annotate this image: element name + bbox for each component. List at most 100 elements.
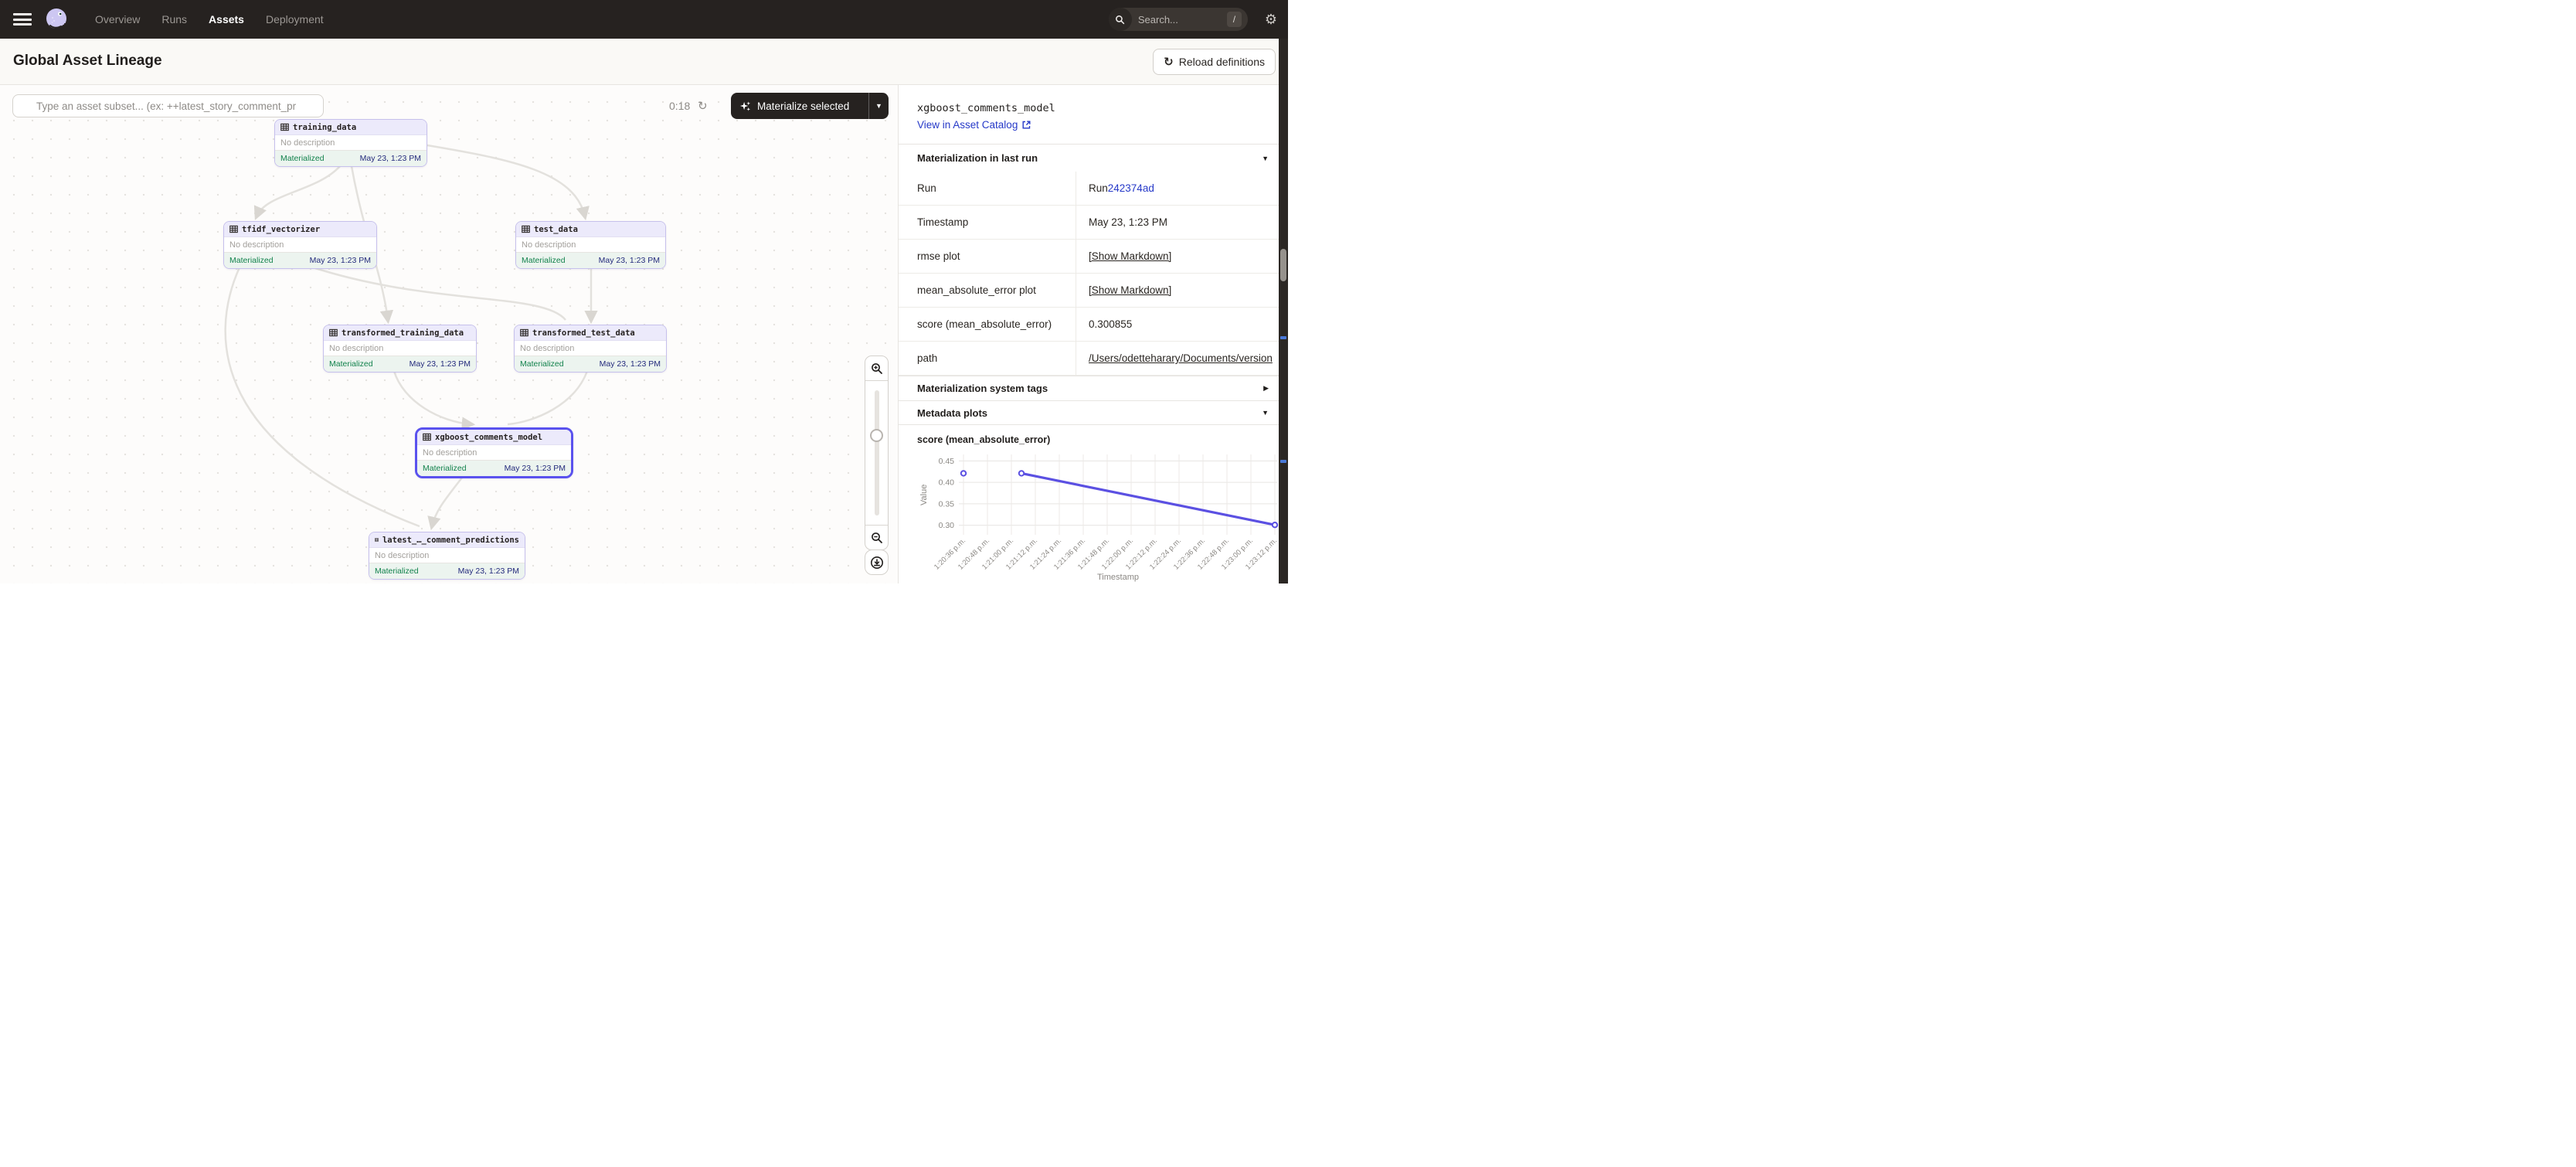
node-description: No description bbox=[417, 445, 571, 461]
node-status: Materialized bbox=[329, 359, 373, 369]
asset-node-transformed_training_data[interactable]: transformed_training_dataNo descriptionM… bbox=[323, 325, 477, 373]
sparkle-icon bbox=[739, 100, 751, 112]
node-footer: MaterializedMay 23, 1:23 PM bbox=[515, 356, 666, 372]
node-description: No description bbox=[369, 548, 525, 563]
metadata-link[interactable]: [Show Markdown] bbox=[1089, 284, 1171, 296]
metadata-row-score-mean-absolute-error-: score (mean_absolute_error)0.300855 bbox=[899, 308, 1280, 342]
table-icon bbox=[329, 328, 338, 337]
search-shortcut-badge: / bbox=[1227, 12, 1242, 27]
node-status: Materialized bbox=[520, 359, 564, 369]
materialize-label: Materialize selected bbox=[757, 100, 849, 112]
metadata-label: Run bbox=[899, 172, 1076, 205]
top-nav: Overview Runs Assets Deployment Search... /… bbox=[0, 0, 1288, 39]
metadata-row-timestamp: TimestampMay 23, 1:23 PM bbox=[899, 206, 1280, 240]
asset-node-latest_comment_predictions[interactable]: latest_…_comment_predictions No descripti… bbox=[369, 532, 525, 580]
nav-item-assets[interactable]: Assets bbox=[209, 13, 244, 26]
materialize-dropdown-caret[interactable]: ▼ bbox=[868, 93, 889, 119]
chart-section-label: score (mean_absolute_error) bbox=[917, 434, 1050, 445]
search-placeholder: Search... bbox=[1138, 14, 1178, 26]
node-header: transformed_test_data bbox=[515, 325, 666, 341]
section-materialization-system-tags[interactable]: Materialization system tags ▶ bbox=[899, 376, 1280, 400]
view-in-asset-catalog-link[interactable]: View in Asset Catalog bbox=[917, 119, 1031, 131]
node-description: No description bbox=[275, 135, 427, 151]
section-materialization-last-run[interactable]: Materialization in last run ▼ bbox=[899, 144, 1280, 172]
node-header: transformed_training_data bbox=[324, 325, 476, 341]
table-icon bbox=[522, 225, 530, 233]
refresh-icon: ↻ bbox=[1164, 55, 1174, 69]
zoom-slider-handle[interactable] bbox=[870, 429, 883, 442]
nav-item-overview[interactable]: Overview bbox=[95, 13, 140, 26]
node-timestamp: May 23, 1:23 PM bbox=[310, 256, 371, 265]
node-name: latest_…_comment_predictions bbox=[382, 536, 519, 545]
metadata-link[interactable]: [Show Markdown] bbox=[1089, 250, 1171, 262]
node-timestamp: May 23, 1:23 PM bbox=[458, 566, 519, 576]
asset-node-training_data[interactable]: training_dataNo descriptionMaterializedM… bbox=[274, 119, 427, 167]
zoom-slider bbox=[865, 381, 888, 525]
scrollbar-thumb[interactable] bbox=[1280, 249, 1286, 281]
metadata-link[interactable]: /Users/odetteharary/Documents/version bbox=[1089, 352, 1273, 364]
page-title: Global Asset Lineage bbox=[13, 53, 162, 70]
node-footer: Materialized May 23, 1:23 PM bbox=[324, 356, 476, 372]
node-description: No description bbox=[516, 237, 665, 253]
node-timestamp: May 23, 1:23 PM bbox=[410, 359, 471, 369]
reload-definitions-button[interactable]: ↻ Reload definitions bbox=[1153, 49, 1276, 75]
svg-text:Timestamp: Timestamp bbox=[1097, 573, 1139, 582]
run-id-link[interactable]: 242374ad bbox=[1108, 182, 1154, 194]
nav-item-deployment[interactable]: Deployment bbox=[266, 13, 324, 26]
node-header: latest_…_comment_predictions bbox=[369, 532, 525, 548]
section-metadata-plots[interactable]: Metadata plots ▼ bbox=[899, 400, 1280, 425]
metadata-value: May 23, 1:23 PM bbox=[1089, 216, 1167, 228]
metadata-row-path: path/Users/odetteharary/Documents/versio… bbox=[899, 342, 1280, 376]
zoom-slider-track[interactable] bbox=[875, 390, 879, 515]
search-input[interactable]: Search... / bbox=[1109, 8, 1248, 31]
node-footer: MaterializedMay 23, 1:23 PM bbox=[417, 461, 571, 476]
node-header: tfidf_vectorizer bbox=[224, 222, 376, 237]
svg-text:0.35: 0.35 bbox=[939, 499, 955, 509]
table-icon bbox=[423, 433, 431, 441]
table-icon bbox=[229, 225, 238, 233]
svg-text:0.30: 0.30 bbox=[939, 521, 955, 530]
metadata-rows: RunRun 242374adTimestampMay 23, 1:23 PMr… bbox=[899, 172, 1280, 376]
nav-items: Overview Runs Assets Deployment bbox=[95, 13, 324, 26]
score-line-chart: 0.300.350.400.451:20:36 p.m.1:20:48 p.m.… bbox=[917, 447, 1280, 588]
node-description: No description bbox=[324, 341, 476, 356]
svg-text:0.40: 0.40 bbox=[939, 478, 955, 488]
metadata-value: 0.300855 bbox=[1089, 318, 1132, 330]
node-status: Materialized bbox=[229, 256, 274, 265]
zoom-out-button[interactable] bbox=[865, 525, 888, 549]
metadata-label: path bbox=[899, 342, 1076, 375]
asset-node-tfidf_vectorizer[interactable]: tfidf_vectorizer No description Materializ… bbox=[223, 221, 377, 269]
node-header: training_data bbox=[275, 120, 427, 135]
hamburger-menu-icon[interactable] bbox=[13, 13, 32, 26]
metadata-label: mean_absolute_error plot bbox=[899, 274, 1076, 307]
node-description: No description bbox=[515, 341, 666, 356]
window-scrollbar[interactable] bbox=[1279, 39, 1288, 584]
refresh-timer: 0:18 bbox=[669, 100, 690, 112]
metadata-row-rmse-plot: rmse plot[Show Markdown] bbox=[899, 240, 1280, 274]
node-status: Materialized bbox=[423, 464, 467, 473]
node-footer: Materialized May 23, 1:23 PM bbox=[369, 563, 525, 579]
download-graph-button[interactable] bbox=[865, 549, 889, 575]
asset-node-test_data[interactable]: test_dataNo descriptionMaterializedMay 2… bbox=[515, 221, 666, 269]
node-name: test_data bbox=[534, 225, 578, 234]
asset-node-xgboost_comments_model[interactable]: xgboost_comments_modelNo descriptionMate… bbox=[415, 427, 573, 478]
chevron-down-icon: ▼ bbox=[1262, 155, 1269, 162]
asset-title: xgboost_comments_model bbox=[917, 102, 1055, 114]
dagster-logo-icon[interactable] bbox=[42, 5, 70, 33]
materialize-selected-button[interactable]: Materialize selected ▼ bbox=[731, 93, 889, 119]
zoom-in-button[interactable] bbox=[865, 356, 888, 381]
asset-subset-input[interactable] bbox=[12, 94, 324, 117]
asset-lineage-graph: training_data No description Materialized M… bbox=[0, 85, 898, 584]
chevron-down-icon: ▼ bbox=[1262, 409, 1269, 417]
node-name: tfidf_vectorizer bbox=[242, 225, 320, 234]
timer-refresh-icon[interactable]: ↻ bbox=[698, 99, 708, 113]
node-description: No description bbox=[224, 237, 376, 253]
node-name: training_data bbox=[293, 123, 356, 132]
node-status: Materialized bbox=[375, 566, 419, 576]
page-header: Global Asset Lineage ↻ Reload definition… bbox=[0, 39, 1288, 85]
metadata-row-run: RunRun 242374ad bbox=[899, 172, 1280, 206]
gear-icon[interactable]: ⚙ bbox=[1265, 12, 1277, 26]
asset-node-transformed_test_data[interactable]: transformed_test_dataNo descriptionMater… bbox=[514, 325, 667, 373]
nav-item-runs[interactable]: Runs bbox=[161, 13, 187, 26]
node-status: Materialized bbox=[280, 154, 325, 163]
